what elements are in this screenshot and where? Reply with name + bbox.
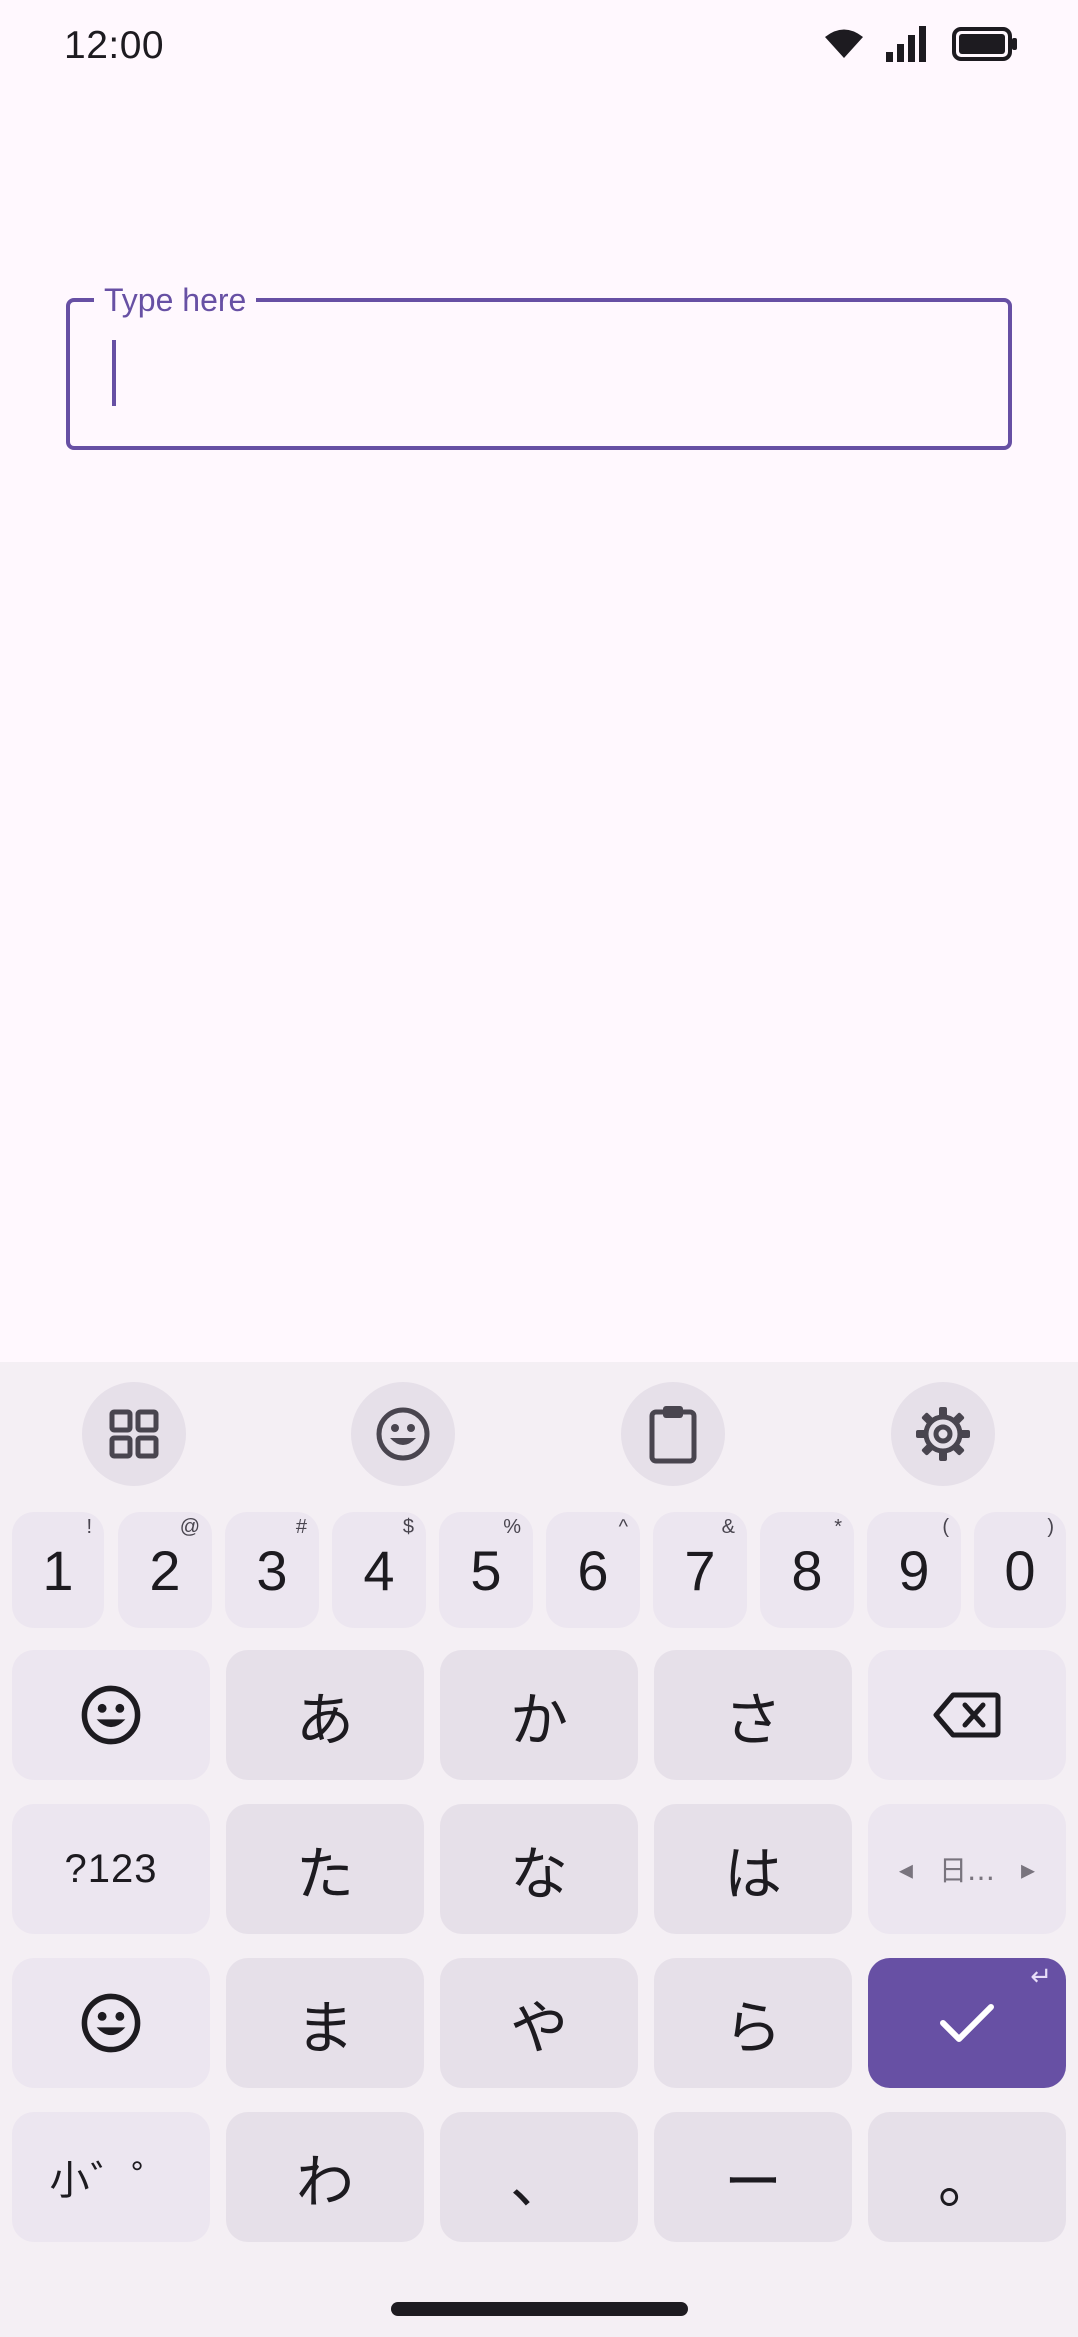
arrow-left-icon: ◂ [898,1852,913,1886]
clipboard-icon [649,1406,697,1464]
emoji-key-secondary[interactable] [12,1958,210,2088]
key-a[interactable]: あ [226,1650,424,1780]
emoji-key[interactable] [12,1650,210,1780]
text-cursor [112,340,116,406]
key-3[interactable]: 3 # [225,1512,319,1628]
enter-key[interactable]: ↵ [868,1958,1066,2088]
home-indicator[interactable] [391,2302,688,2316]
key-comma[interactable]: 、 [440,2112,638,2242]
small-kana-key[interactable]: 小゛゜ [12,2112,210,2242]
symbols-key[interactable]: ?123 [12,1804,210,1934]
key-1[interactable]: 1! [12,1512,104,1628]
key-na[interactable]: な [440,1804,638,1934]
wifi-icon [824,28,864,60]
key-ma[interactable]: ま [226,1958,424,2088]
grid-icon [109,1409,159,1459]
key-8[interactable]: 8 * [760,1512,854,1628]
backspace-key[interactable] [868,1650,1066,1780]
language-label: 日… [938,1854,995,1887]
key-5[interactable]: 5% [439,1512,533,1628]
settings-icon [916,1407,970,1461]
emoji-toolbar-button[interactable] [351,1382,455,1486]
key-7[interactable]: 7 & [653,1512,747,1628]
signal-icon [886,26,930,62]
key-ra[interactable]: ら [654,1958,852,2088]
key-ha[interactable]: は [654,1804,852,1934]
key-2[interactable]: 2 @ [118,1512,212,1628]
status-time: 12:00 [64,24,165,67]
key-wa[interactable]: わ [226,2112,424,2242]
battery-icon [952,27,1018,61]
keyboard-settings-button[interactable] [891,1382,995,1486]
key-ya[interactable]: や [440,1958,638,2088]
text-field-label: Type here [94,280,257,320]
key-ta[interactable]: た [226,1804,424,1934]
language-switch-key[interactable]: ◂ 日… ▸ [868,1804,1066,1934]
text-input[interactable] [110,342,960,406]
apps-grid-button[interactable] [82,1382,186,1486]
key-9[interactable]: 9( [867,1512,961,1628]
text-field[interactable]: Type here [66,280,1012,450]
key-sa[interactable]: さ [654,1650,852,1780]
status-icons [824,26,1018,62]
emoji-icon [81,1685,141,1745]
check-icon [940,2004,994,2042]
key-4[interactable]: 4 $ [332,1512,426,1628]
key-long-vowel[interactable]: ー [654,2112,852,2242]
arrow-right-icon: ▸ [1021,1852,1036,1886]
clipboard-button[interactable] [621,1382,725,1486]
keyboard: 1! 2 @ 3 # 4 $ 5% 6 ^ 7 & 8 * 9( 0) あ か さ ?123… [0,1362,1078,2337]
backspace-icon [933,1692,1001,1738]
return-icon: ↵ [1030,1962,1052,1992]
key-0[interactable]: 0) [974,1512,1066,1628]
emoji-icon [81,1993,141,2053]
status-bar: 12:00 [0,0,1078,96]
emoji-icon [376,1407,430,1461]
key-6[interactable]: 6 ^ [546,1512,640,1628]
key-ka[interactable]: か [440,1650,638,1780]
key-period[interactable]: 。 [868,2112,1066,2242]
